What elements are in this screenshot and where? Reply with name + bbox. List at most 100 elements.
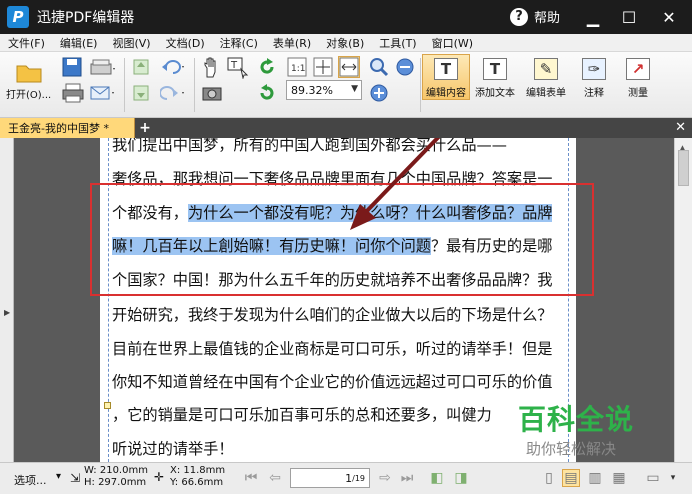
scanner-button[interactable]	[88, 56, 118, 78]
help-icon: ?	[510, 7, 528, 26]
measure-button[interactable]: ↗ 测量	[620, 54, 656, 100]
last-page-button[interactable]	[130, 82, 152, 104]
svg-text:1:1: 1:1	[291, 64, 305, 74]
vertical-scrollbar[interactable]: ▲	[674, 138, 692, 462]
actual-size-icon: 1:1	[287, 57, 307, 77]
menu-edit[interactable]: 编辑(E)	[52, 35, 105, 51]
fullscreen-icon[interactable]: ▭	[644, 469, 662, 487]
fit-width-icon	[339, 57, 359, 77]
edit-content-button[interactable]: T 编辑内容	[422, 54, 470, 100]
zoom-tool-button[interactable]	[368, 56, 390, 78]
app-logo-icon: P	[7, 6, 29, 28]
rotate-cw-button[interactable]	[256, 56, 278, 78]
chevron-down-icon[interactable]: ▾	[664, 469, 682, 487]
continuous-view-icon[interactable]: ▤	[562, 469, 580, 487]
scrollbar-thumb[interactable]	[678, 150, 689, 186]
single-page-view-icon[interactable]: ▯	[540, 469, 558, 487]
add-text-button[interactable]: T 添加文本	[472, 54, 518, 100]
zoom-out-button[interactable]	[394, 56, 416, 78]
window-title: 迅捷PDF编辑器	[37, 10, 135, 26]
menu-window[interactable]: 窗口(W)	[424, 35, 480, 51]
first-page-icon[interactable]: ⏮	[242, 469, 260, 487]
printer-icon	[62, 83, 84, 103]
next-page-icon[interactable]: ⇨	[376, 469, 394, 487]
redo-button[interactable]	[158, 82, 188, 104]
chevron-down-icon[interactable]: ▾	[56, 471, 61, 482]
menu-view[interactable]: 视图(V)	[104, 35, 157, 51]
comment-label: 注释	[584, 88, 604, 99]
watermark-subtitle: 助你轻松解决	[526, 440, 617, 458]
edit-content-label: 编辑内容	[426, 88, 466, 99]
title-bar: P 迅捷PDF编辑器 ? 帮助 ▁ ☐ ✕	[0, 0, 692, 34]
edit-form-label: 编辑表单	[526, 88, 566, 99]
open-button[interactable]	[14, 58, 44, 86]
open-label[interactable]: 打开(O)...	[6, 86, 51, 101]
edit-form-button[interactable]: ✎ 编辑表单	[522, 54, 570, 100]
menu-object[interactable]: 对象(B)	[318, 35, 371, 51]
zoom-value: 89.32%	[291, 83, 333, 97]
fit-page-icon	[313, 57, 333, 77]
maximize-button[interactable]: ☐	[616, 6, 642, 28]
save-button[interactable]	[60, 56, 84, 78]
fit-page-button[interactable]	[312, 56, 334, 78]
last-page-icon[interactable]: ⏭	[398, 469, 416, 487]
edit-form-icon: ✎	[534, 58, 558, 80]
save-icon	[62, 57, 82, 77]
status-bar: 选项... ▾ ⇲ W: 210.0mm H: 297.0mm ✛ X: 11.…	[0, 462, 692, 494]
menu-document[interactable]: 文档(D)	[158, 35, 212, 51]
previous-page-icon[interactable]: ⇦	[266, 469, 284, 487]
page-number-input[interactable]: 1 /19	[290, 468, 370, 488]
rotate-ccw-button[interactable]	[256, 82, 278, 104]
fit-width-button[interactable]	[338, 56, 360, 78]
chevron-down-icon[interactable]: ▼	[351, 84, 358, 94]
close-button[interactable]: ✕	[656, 6, 682, 28]
rotate-clockwise-icon	[260, 58, 274, 74]
page-up-icon	[133, 59, 149, 75]
undo-button[interactable]	[158, 56, 188, 78]
document-tab[interactable]: 王金亮-我的中国梦 *	[0, 118, 135, 138]
help-button[interactable]: ? 帮助	[510, 7, 560, 26]
cursor-y: Y: 66.6mm	[170, 477, 224, 488]
forward-view-icon[interactable]: ◨	[452, 469, 470, 487]
page-size-icon: ⇲	[70, 471, 81, 485]
current-page: 1	[345, 471, 353, 485]
close-tab-icon[interactable]: ✕	[675, 120, 686, 135]
first-page-button[interactable]	[130, 56, 152, 78]
new-tab-icon[interactable]: +	[138, 120, 152, 136]
zoom-in-icon	[370, 84, 388, 102]
document-tab-bar: 王金亮-我的中国梦 * + ✕	[0, 118, 692, 138]
add-text-icon: T	[483, 58, 507, 80]
actual-size-button[interactable]: 1:1	[286, 56, 308, 78]
snapshot-button[interactable]	[200, 82, 224, 104]
minimize-button[interactable]: ▁	[580, 6, 606, 28]
menu-file[interactable]: 文件(F)	[0, 35, 52, 51]
rotate-counterclockwise-icon	[260, 84, 274, 100]
help-label: 帮助	[534, 11, 561, 26]
zoom-in-button[interactable]	[368, 82, 390, 104]
select-text-button[interactable]: T	[226, 56, 250, 80]
zoom-select[interactable]: 89.32% ▼	[286, 80, 362, 100]
watermark-title: 百科全说	[518, 403, 635, 436]
hand-tool-button[interactable]	[200, 56, 224, 80]
menu-form[interactable]: 表单(R)	[265, 35, 318, 51]
menu-comment[interactable]: 注释(C)	[212, 35, 265, 51]
page-down-icon	[133, 85, 149, 101]
redo-icon	[160, 86, 184, 100]
facing-view-icon[interactable]: ▥	[586, 469, 604, 487]
watermark: 百科全说 助你轻松解决	[508, 398, 648, 458]
email-button[interactable]	[88, 82, 118, 104]
page-width: W: 210.0mm	[84, 465, 148, 476]
add-text-label: 添加文本	[475, 88, 515, 99]
comment-icon: ✑	[582, 58, 606, 80]
menu-tools[interactable]: 工具(T)	[371, 35, 423, 51]
comment-button[interactable]: ✑ 注释	[576, 54, 612, 100]
back-view-icon[interactable]: ◧	[428, 469, 446, 487]
hand-icon	[204, 57, 216, 78]
zoom-tool-icon	[370, 58, 389, 77]
camera-icon	[202, 87, 222, 101]
print-button[interactable]	[60, 82, 86, 104]
continuous-facing-view-icon[interactable]: ▦	[610, 469, 628, 487]
options-dropdown[interactable]: 选项...	[14, 472, 47, 488]
document-tab-title: 王金亮-我的中国梦 *	[8, 122, 109, 135]
folder-icon	[16, 65, 42, 83]
